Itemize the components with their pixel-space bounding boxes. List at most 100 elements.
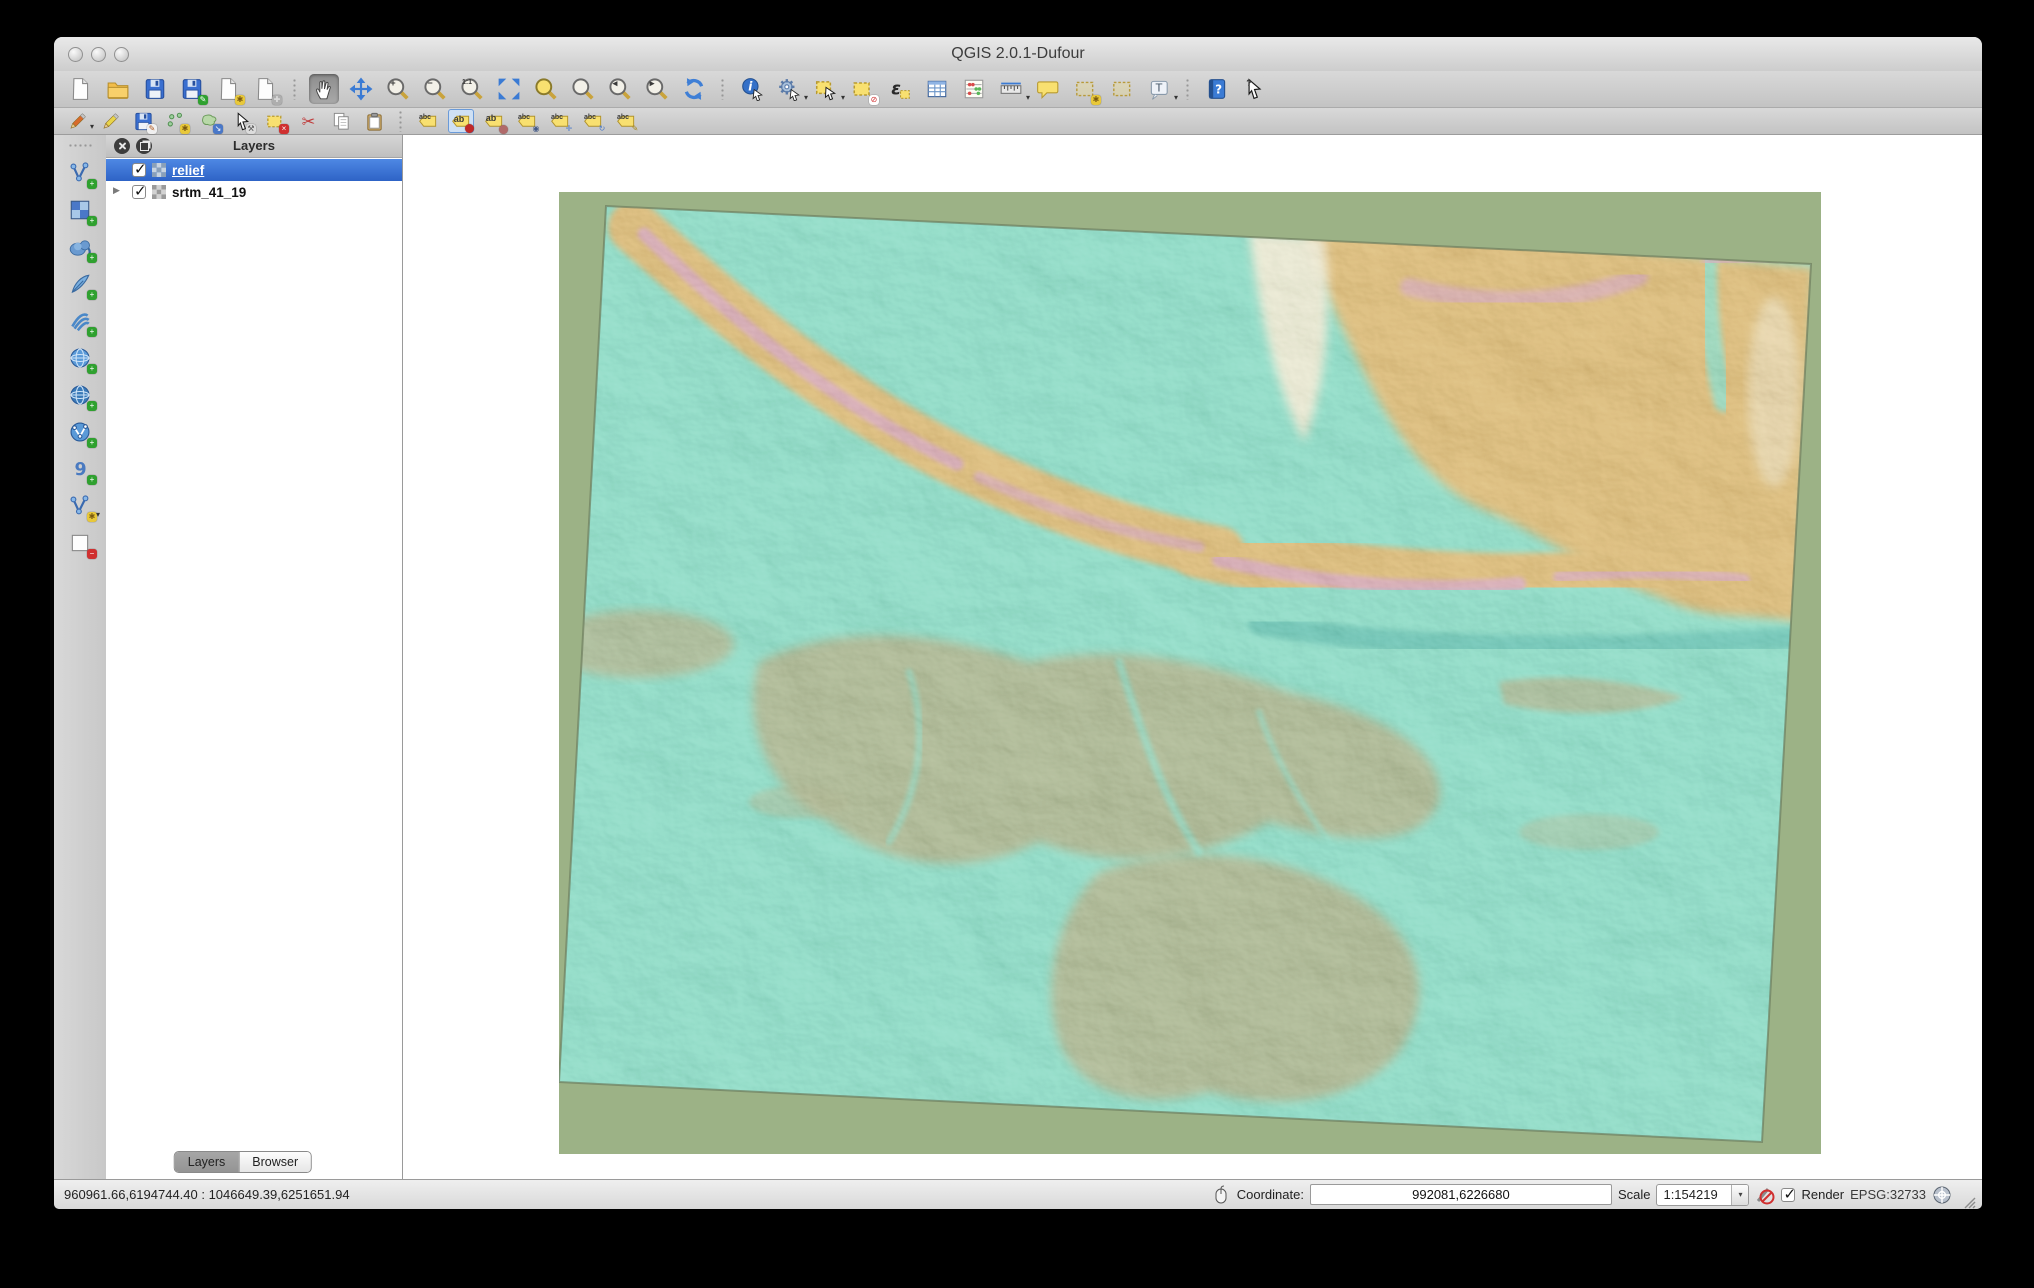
show-bookmarks-icon — [1110, 77, 1134, 101]
highlight-pinned-labels-button[interactable]: ab — [481, 109, 507, 133]
dropdown-arrow-icon[interactable]: ▾ — [1174, 93, 1178, 102]
digitizing-and-labeling-toolbar: ▾✎✱↘⚒×abcabababc◉abc✛abc↻abc✎ — [54, 108, 1982, 135]
pan-map-button[interactable] — [309, 74, 339, 104]
add-raster-layer-button[interactable]: + — [64, 195, 96, 225]
measure-icon — [999, 77, 1023, 101]
field-calculator-button[interactable] — [959, 74, 989, 104]
coordinate-input[interactable] — [1310, 1184, 1612, 1205]
show-bookmarks-button[interactable] — [1107, 74, 1137, 104]
text-annotation-button[interactable]: ▾ — [1144, 74, 1174, 104]
select-by-expression-icon — [888, 77, 912, 101]
tab-browser[interactable]: Browser — [239, 1152, 311, 1172]
layers-panel-header: Layers — [106, 135, 402, 158]
tab-layers[interactable]: Layers — [175, 1152, 240, 1172]
composer-manager-button[interactable]: ✛ — [251, 74, 281, 104]
zoom-out-button[interactable]: − — [420, 74, 450, 104]
render-checkbox[interactable] — [1781, 1188, 1795, 1202]
add-oracle-layer-icon — [68, 457, 92, 481]
toggle-editing-button[interactable] — [97, 109, 123, 133]
whats-this-button[interactable]: ? — [1239, 74, 1269, 104]
zoom-native-button[interactable]: 1:1 — [457, 74, 487, 104]
add-wfs-layer-button[interactable]: + — [64, 417, 96, 447]
cut-features-button[interactable] — [295, 109, 321, 133]
rotate-label-button[interactable]: abc↻ — [580, 109, 606, 133]
layer-labeling-options-button[interactable]: abc — [415, 109, 441, 133]
raster-layer-icon — [152, 185, 166, 199]
stop-rendering-button[interactable] — [1755, 1185, 1775, 1205]
dropdown-arrow-icon[interactable]: ▾ — [96, 510, 100, 519]
toolbar-handle — [398, 110, 404, 132]
zoom-to-selection-button[interactable] — [531, 74, 561, 104]
layer-tree: relief ▶ srtm_41_19 — [106, 159, 402, 203]
add-feature-button[interactable]: ✱ — [163, 109, 189, 133]
layer-row-relief[interactable]: relief — [106, 159, 402, 181]
zoom-in-button[interactable]: + — [383, 74, 413, 104]
scale-dropdown-arrow[interactable]: ▾ — [1731, 1185, 1748, 1205]
add-wms-layer-button[interactable]: + — [64, 343, 96, 373]
zoom-next-button[interactable]: ▸ — [642, 74, 672, 104]
pin-unpin-labels-button[interactable]: ab — [448, 109, 474, 133]
raster-layer-icon — [152, 163, 166, 177]
add-wcs-layer-button[interactable]: + — [64, 380, 96, 410]
dropdown-arrow-icon[interactable]: ▾ — [90, 122, 94, 131]
coordinate-label: Coordinate: — [1237, 1187, 1304, 1202]
zoom-to-layer-button[interactable] — [568, 74, 598, 104]
layer-visibility-checkbox[interactable] — [132, 163, 146, 177]
select-by-expression-button[interactable] — [885, 74, 915, 104]
deselect-features-button[interactable]: ⊘ — [848, 74, 878, 104]
delete-selected-icon — [265, 111, 286, 132]
zoom-in-icon — [386, 77, 410, 101]
layer-name-relief: relief — [172, 163, 204, 178]
move-feature-button[interactable]: ↘ — [196, 109, 222, 133]
delete-selected-button[interactable]: × — [262, 109, 288, 133]
map-canvas[interactable] — [403, 135, 1982, 1180]
open-project-button[interactable] — [103, 74, 133, 104]
identify-features-button[interactable] — [737, 74, 767, 104]
layer-visibility-checkbox[interactable] — [132, 185, 146, 199]
map-tips-button[interactable] — [1033, 74, 1063, 104]
new-bookmark-button[interactable]: ✱ — [1070, 74, 1100, 104]
new-shapefile-layer-button[interactable]: ✱▾ — [64, 491, 96, 521]
crs-status-button[interactable] — [1932, 1185, 1952, 1205]
layer-row-srtm[interactable]: ▶ srtm_41_19 — [106, 181, 402, 203]
save-project-button[interactable] — [140, 74, 170, 104]
relief-raster — [559, 192, 1821, 1154]
add-vector-layer-button[interactable]: + — [64, 158, 96, 188]
new-project-icon — [69, 77, 93, 101]
run-feature-action-button[interactable]: ▾ — [774, 74, 804, 104]
measure-button[interactable]: ▾ — [996, 74, 1026, 104]
move-label-button[interactable]: abc✛ — [547, 109, 573, 133]
add-postgis-layer-button[interactable]: + — [64, 232, 96, 262]
mouse-position-icon[interactable] — [1211, 1185, 1231, 1205]
add-mssql-layer-button[interactable]: + — [64, 306, 96, 336]
dropdown-arrow-icon[interactable]: ▾ — [804, 93, 808, 102]
current-edits-button[interactable]: ▾ — [64, 109, 90, 133]
add-oracle-layer-button[interactable]: + — [64, 454, 96, 484]
change-label-button[interactable]: abc✎ — [613, 109, 639, 133]
refresh-map-button[interactable] — [679, 74, 709, 104]
resize-grip[interactable] — [1960, 1193, 1976, 1209]
zoom-last-button[interactable]: ◂ — [605, 74, 635, 104]
save-layer-edits-button[interactable]: ✎ — [130, 109, 156, 133]
node-tool-button[interactable]: ⚒ — [229, 109, 255, 133]
new-project-button[interactable] — [66, 74, 96, 104]
select-features-button[interactable]: ▾ — [811, 74, 841, 104]
expander-icon[interactable]: ▶ — [113, 185, 120, 196]
dropdown-arrow-icon[interactable]: ▾ — [1026, 93, 1030, 102]
paste-features-button[interactable] — [361, 109, 387, 133]
scale-combobox[interactable]: 1:154219 ▾ — [1656, 1184, 1749, 1206]
node-tool-icon — [232, 111, 253, 132]
open-attribute-table-button[interactable] — [922, 74, 952, 104]
pan-to-selection-button[interactable] — [346, 74, 376, 104]
show-hide-labels-button[interactable]: abc◉ — [514, 109, 540, 133]
remove-layer-button[interactable]: − — [64, 528, 96, 558]
copy-features-button[interactable] — [328, 109, 354, 133]
save-project-as-button[interactable]: ✎ — [177, 74, 207, 104]
add-spatialite-layer-button[interactable]: + — [64, 269, 96, 299]
help-contents-button[interactable] — [1202, 74, 1232, 104]
dropdown-arrow-icon[interactable]: ▾ — [841, 93, 845, 102]
zoom-full-button[interactable] — [494, 74, 524, 104]
main-area: + + + + + + + + + ✱▾ − Layers relief ▶ — [54, 135, 1982, 1180]
zoom-full-icon — [497, 77, 521, 101]
new-print-composer-button[interactable]: ✱ — [214, 74, 244, 104]
